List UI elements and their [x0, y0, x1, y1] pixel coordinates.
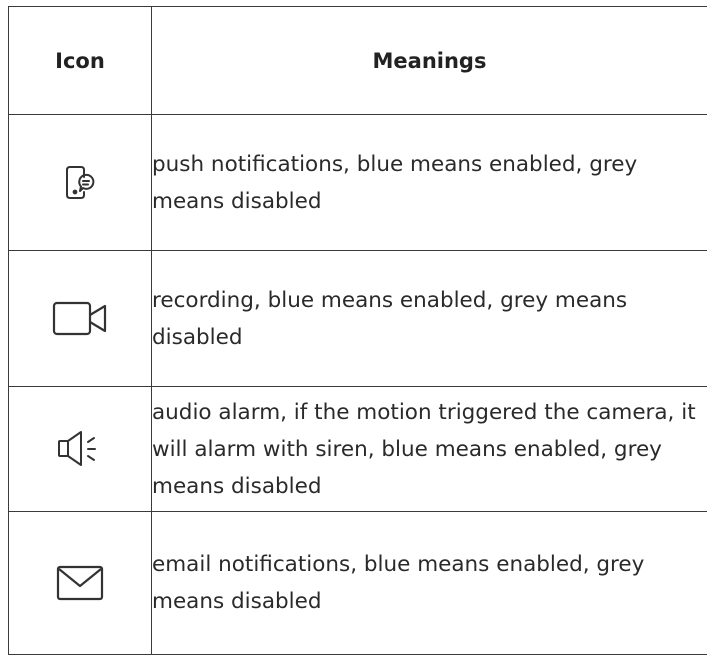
meaning-cell: email notifications, blue means enabled,…: [151, 511, 707, 655]
icon-cell: [8, 250, 152, 387]
table-row: recording, blue means enabled, grey mean…: [8, 250, 707, 387]
icon-cell: [8, 114, 152, 251]
meaning-cell: recording, blue means enabled, grey mean…: [151, 250, 707, 387]
page: Icon Meanings push notifications, blue m…: [0, 0, 707, 672]
table-header-row: Icon Meanings: [8, 6, 707, 115]
phone-notification-icon: [66, 165, 95, 199]
meaning-cell: push notifications, blue means enabled, …: [151, 114, 707, 251]
envelope-icon: [56, 565, 104, 601]
meaning-cell: audio alarm, if the motion triggered the…: [151, 386, 707, 512]
table-row: email notifications, blue means enabled,…: [8, 511, 707, 655]
speaker-alarm-icon: [58, 431, 96, 466]
table-row: audio alarm, if the motion triggered the…: [8, 386, 707, 512]
icon-cell: [8, 386, 152, 512]
icon-cell: [8, 511, 152, 655]
video-camera-icon: [52, 301, 107, 335]
header-meanings: Meanings: [151, 6, 707, 115]
header-icon: Icon: [8, 6, 152, 115]
table-row: push notifications, blue means enabled, …: [8, 114, 707, 251]
icon-legend-table: Icon Meanings push notifications, blue m…: [8, 6, 707, 655]
